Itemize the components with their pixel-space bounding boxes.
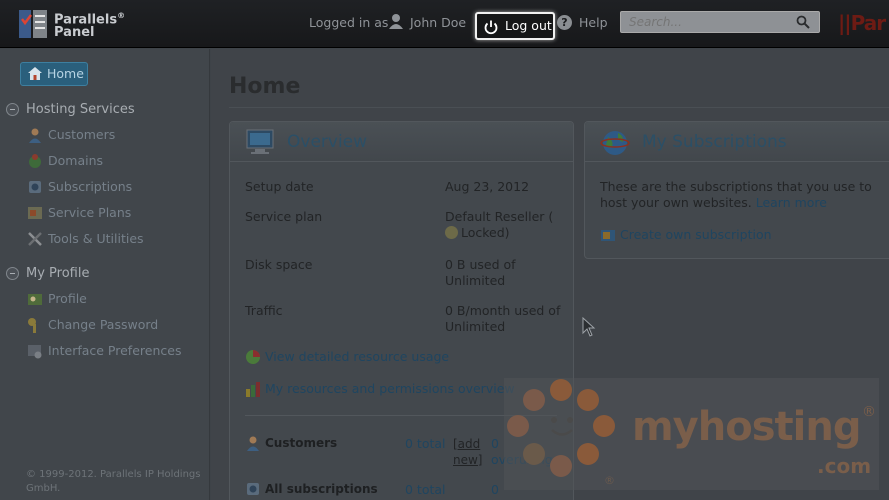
watermark-text: myhosting: [632, 404, 861, 450]
title-divider: [229, 107, 889, 108]
logged-in-label: Logged in as: [309, 15, 389, 30]
subscriptions-panel-header: My Subscriptions: [585, 122, 889, 162]
pie-chart-icon: [246, 350, 260, 364]
globe-icon: [600, 131, 630, 155]
mouse-cursor-icon: [582, 317, 596, 337]
domains-icon: [29, 154, 41, 168]
sidebar-item-domains[interactable]: Domains: [27, 152, 103, 170]
product-logo-text: Parallels® Panel: [54, 11, 126, 41]
subscriptions-icon: [247, 483, 259, 495]
watermark-registered: ®: [862, 404, 876, 420]
disk-space-label: Disk space: [245, 257, 313, 272]
customers-icon: [247, 436, 259, 451]
overview-panel-header: Overview: [230, 122, 573, 162]
setup-date-label: Setup date: [245, 179, 314, 194]
watermark-domain: .com: [817, 454, 872, 478]
sidebar-item-service-plans[interactable]: Service Plans: [27, 204, 131, 222]
my-subscriptions-panel: My Subscriptions These are the subscript…: [584, 121, 889, 259]
overview-title: Overview: [287, 132, 368, 152]
home-label: Home: [47, 66, 84, 81]
learn-more-link[interactable]: Learn more: [756, 195, 827, 210]
tools-icon: [28, 232, 42, 246]
search-icon[interactable]: [796, 15, 810, 29]
create-subscription-link[interactable]: Create own subscription: [600, 226, 772, 244]
section-title-hosting-services[interactable]: Hosting Services: [26, 102, 135, 117]
lock-icon: [445, 226, 458, 239]
subscriptions-total-link[interactable]: 0 total: [405, 482, 446, 497]
customers-overusing-count[interactable]: 0: [491, 436, 499, 451]
copyright-text: © 1999-2012. Parallels IP Holdings GmbH.: [26, 469, 201, 494]
home-button[interactable]: Home: [20, 62, 88, 86]
sidebar-item-customers[interactable]: Customers: [27, 126, 115, 144]
disk-space-value: 0 B used of Unlimited: [445, 257, 516, 288]
help-icon[interactable]: ?: [557, 15, 572, 30]
sidebar-item-interface-preferences[interactable]: Interface Preferences: [27, 342, 181, 360]
service-plans-icon: [28, 207, 42, 219]
help-link[interactable]: Help: [579, 15, 608, 30]
preferences-icon: [28, 345, 42, 359]
stats-subscriptions-label: All subscriptions: [245, 480, 378, 498]
sidebar-item-tools-utilities[interactable]: Tools & Utilities: [27, 230, 144, 248]
subscriptions-title: My Subscriptions: [642, 132, 787, 152]
collapse-hosting-services-icon[interactable]: [6, 103, 19, 116]
subscriptions-overusing-count[interactable]: 0: [491, 482, 499, 497]
subscriptions-description: These are the subscriptions that you use…: [600, 179, 872, 210]
monitor-icon: [246, 129, 274, 154]
subscriptions-icon: [29, 181, 41, 193]
setup-date-value: Aug 23, 2012: [445, 179, 530, 194]
customers-total-link[interactable]: 0 total: [405, 436, 446, 451]
myhosting-watermark: myhosting ® .com ®: [504, 378, 879, 490]
sidebar: Home Hosting Services Customers Domains …: [0, 49, 210, 500]
resource-usage-link[interactable]: View detailed resource usage: [245, 348, 449, 366]
power-icon: [484, 20, 498, 35]
user-icon: [389, 14, 403, 29]
top-bar: Parallels® Panel Logged in as John Doe L…: [0, 0, 889, 48]
key-icon: [28, 318, 36, 333]
parallels-logo-icon[interactable]: [18, 9, 48, 39]
sidebar-item-change-password[interactable]: Change Password: [27, 316, 158, 334]
collapse-my-profile-icon[interactable]: [6, 267, 19, 280]
traffic-value: 0 B/month used of Unlimited: [445, 303, 561, 334]
home-icon: [28, 67, 42, 80]
sidebar-item-profile[interactable]: Profile: [27, 290, 87, 308]
add-new-customer-link[interactable]: [add new]: [453, 436, 482, 468]
create-subscription-icon: [601, 230, 615, 241]
parallels-brand-logo: ||Par: [838, 11, 886, 35]
service-plan-label: Service plan: [245, 209, 323, 224]
traffic-label: Traffic: [245, 303, 283, 318]
sidebar-item-subscriptions[interactable]: Subscriptions: [27, 178, 132, 196]
customers-icon: [29, 128, 41, 143]
permissions-overview-link[interactable]: My resources and permissions overview: [245, 380, 515, 398]
service-plan-value: Default Reseller ( Locked): [445, 209, 554, 240]
profile-icon: [28, 294, 42, 305]
section-title-my-profile[interactable]: My Profile: [26, 266, 89, 281]
watermark-registered-small: ®: [604, 474, 615, 487]
stats-customers-label: Customers: [245, 434, 337, 452]
user-name[interactable]: John Doe: [410, 15, 466, 30]
bar-chart-icon: [246, 382, 260, 397]
search-input[interactable]: [620, 11, 820, 33]
logout-label: Log out: [505, 18, 552, 33]
page-title: Home: [229, 74, 301, 99]
logout-button[interactable]: Log out: [475, 12, 555, 40]
